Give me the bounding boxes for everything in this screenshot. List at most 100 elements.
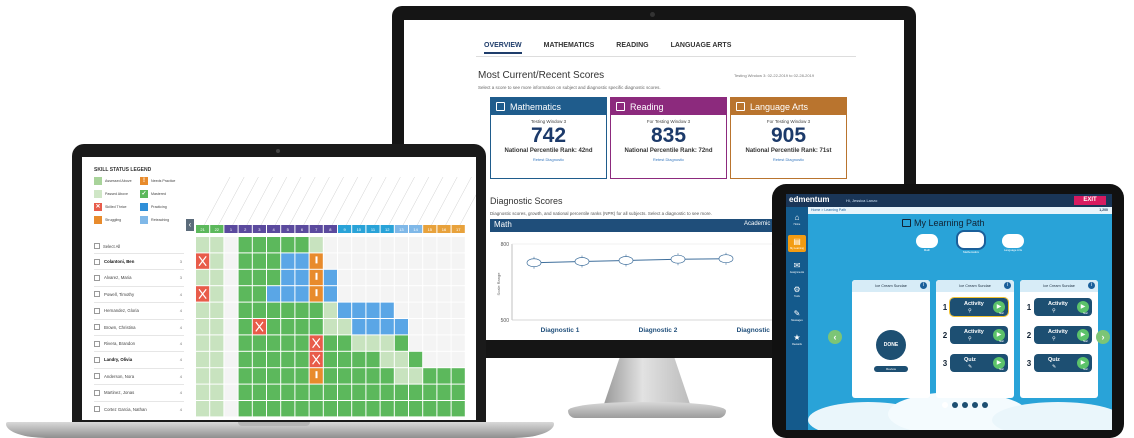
skill-cell[interactable]: [451, 286, 465, 302]
skill-cell[interactable]: [451, 253, 465, 269]
skill-cell[interactable]: [338, 269, 352, 286]
skill-cell[interactable]: [380, 319, 394, 335]
next-arrow-icon[interactable]: ›: [1096, 330, 1110, 344]
skill-cell[interactable]: [366, 368, 380, 384]
skill-cell[interactable]: [394, 401, 408, 417]
skill-cell[interactable]: [394, 335, 408, 351]
student-row[interactable]: Colantoni, Ben 3: [94, 253, 184, 269]
skill-cell[interactable]: [451, 368, 465, 384]
activity-row[interactable]: 1 Activity ⚲ ▶ Start: [940, 296, 1010, 318]
skill-cell[interactable]: [323, 401, 337, 417]
x-tick-label[interactable]: Diagnostic 3: [737, 327, 776, 334]
skill-cell[interactable]: [238, 368, 252, 384]
student-row[interactable]: Brown, Christina 4: [94, 318, 184, 335]
skill-cell[interactable]: [409, 401, 423, 417]
activity-pill[interactable]: Activity ⚲ ▶ Start: [1034, 326, 1092, 344]
skill-cell[interactable]: [366, 401, 380, 417]
skill-cell[interactable]: [267, 237, 281, 253]
skill-cell[interactable]: [394, 351, 408, 368]
skill-cell[interactable]: [451, 351, 465, 368]
skill-cell[interactable]: [252, 351, 266, 368]
skill-cell[interactable]: [295, 335, 309, 351]
skill-cell[interactable]: [338, 384, 352, 400]
skill-cell[interactable]: [380, 286, 394, 302]
skill-cell[interactable]: [267, 286, 281, 302]
skill-cell[interactable]: [380, 237, 394, 253]
data-point[interactable]: [618, 256, 634, 265]
skill-cell[interactable]: [380, 368, 394, 384]
review-button[interactable]: Review: [874, 366, 908, 372]
skill-cell[interactable]: [352, 286, 366, 302]
skill-cell[interactable]: [295, 368, 309, 384]
activity-row[interactable]: 2 Activity ⚲ ▶ Start: [940, 324, 1010, 346]
skill-cell[interactable]: [252, 401, 266, 417]
skill-cell[interactable]: [224, 319, 238, 335]
skill-cell[interactable]: [224, 401, 238, 417]
skill-cell[interactable]: [423, 335, 437, 351]
skill-cell[interactable]: [380, 269, 394, 286]
skill-cell[interactable]: [196, 401, 210, 417]
skill-cell[interactable]: [394, 384, 408, 400]
skill-cell[interactable]: [437, 335, 451, 351]
skill-cell[interactable]: [323, 269, 337, 286]
cloud-button-active[interactable]: [956, 230, 986, 250]
skill-cell[interactable]: [409, 302, 423, 318]
skill-cell[interactable]: [224, 237, 238, 253]
skill-cell[interactable]: [210, 237, 224, 253]
skill-cell[interactable]: [409, 319, 423, 335]
student-row[interactable]: Alvarez, Maria 3: [94, 269, 184, 285]
student-row[interactable]: Rivera, Brandon 4: [94, 335, 184, 351]
skill-cell[interactable]: [352, 351, 366, 368]
data-point[interactable]: [718, 254, 734, 264]
skill-cell[interactable]: [210, 384, 224, 400]
skill-cell[interactable]: [423, 384, 437, 400]
skill-cell[interactable]: [451, 335, 465, 351]
tab-language-arts[interactable]: LANGUAGE ARTS: [671, 42, 732, 54]
skill-cell[interactable]: [409, 384, 423, 400]
skill-cell[interactable]: [366, 384, 380, 400]
checkbox[interactable]: [94, 356, 100, 363]
skill-cell[interactable]: [437, 384, 451, 400]
checkbox[interactable]: [94, 406, 100, 413]
skill-cell[interactable]: [309, 319, 323, 335]
cloud-button[interactable]: [1002, 234, 1024, 248]
skill-cell[interactable]: [267, 401, 281, 417]
skill-cell[interactable]: [352, 401, 366, 417]
skill-cell[interactable]: [295, 237, 309, 253]
skill-cell[interactable]: [394, 286, 408, 302]
student-row[interactable]: Powell, Timothy 4: [94, 285, 184, 302]
skill-cell[interactable]: [224, 384, 238, 400]
skill-cell[interactable]: [352, 368, 366, 384]
skill-cell[interactable]: [437, 237, 451, 253]
skill-cell[interactable]: [281, 302, 295, 318]
skill-cell[interactable]: [238, 351, 252, 368]
skill-cell[interactable]: [238, 253, 252, 269]
student-row[interactable]: Anderson, Nora 4: [94, 367, 184, 384]
data-point[interactable]: [526, 258, 542, 268]
skill-cell[interactable]: [295, 269, 309, 286]
info-icon[interactable]: i: [1004, 282, 1011, 289]
score-card-mathematics[interactable]: Mathematics Testing Window 3 742 Nationa…: [490, 97, 607, 179]
skill-cell[interactable]: [196, 319, 210, 335]
skill-cell[interactable]: [252, 237, 266, 253]
skill-cell[interactable]: [281, 384, 295, 400]
skill-cell[interactable]: [281, 335, 295, 351]
skill-cell[interactable]: [366, 253, 380, 269]
skill-cell[interactable]: [224, 286, 238, 302]
skill-cell[interactable]: [394, 237, 408, 253]
x-tick-label[interactable]: Diagnostic 2: [639, 327, 678, 334]
skill-cell[interactable]: [338, 401, 352, 417]
skill-cell[interactable]: [437, 302, 451, 318]
skill-cell[interactable]: [267, 368, 281, 384]
skill-cell[interactable]: [267, 253, 281, 269]
tab-reading[interactable]: READING: [616, 42, 648, 54]
exit-button[interactable]: EXIT: [1074, 196, 1106, 205]
retest-link[interactable]: Retest Diagnostic: [611, 157, 726, 162]
activity-row[interactable]: 3 Quiz ✎ ▶ Start: [1024, 352, 1094, 374]
data-point[interactable]: [574, 257, 590, 266]
skill-cell[interactable]: [409, 253, 423, 269]
page-dot[interactable]: [962, 402, 968, 408]
skill-cell[interactable]: [352, 253, 366, 269]
skill-cell[interactable]: [210, 368, 224, 384]
skill-cell[interactable]: [451, 319, 465, 335]
